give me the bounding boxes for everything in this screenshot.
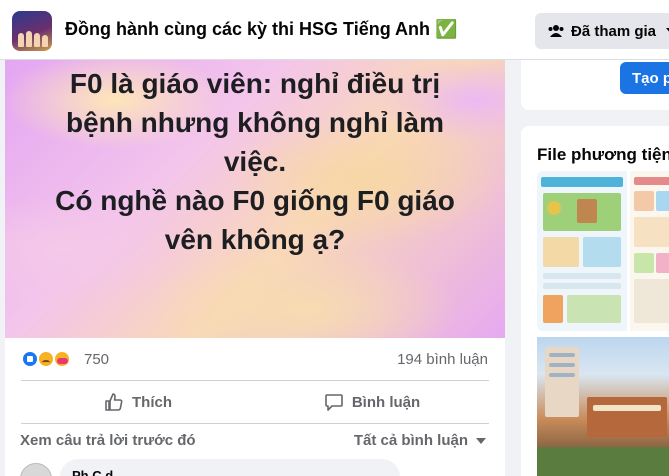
- commenter-avatar[interactable]: [20, 463, 52, 476]
- comment-sort-dropdown[interactable]: Tất cả bình luận: [354, 432, 486, 449]
- joined-button[interactable]: Đã tham gia: [535, 13, 669, 49]
- group-header-bar: Đồng hành cùng các kỳ thi HSG Tiếng Anh …: [0, 0, 669, 60]
- media-title[interactable]: File phương tiện: [537, 145, 669, 165]
- sad-reaction-icon[interactable]: [37, 350, 55, 368]
- comment-icon: [325, 394, 343, 411]
- people-icon: [547, 24, 565, 38]
- care-reaction-icon[interactable]: [53, 350, 71, 368]
- like-label: Thích: [132, 393, 172, 411]
- post-text-banner[interactable]: F0 là giáo viên: nghỉ điều trị bệnh nhưn…: [5, 60, 505, 338]
- post-card: F0 là giáo viên: nghỉ điều trị bệnh nhưn…: [5, 60, 505, 476]
- comment-count[interactable]: 194 bình luận: [397, 351, 488, 368]
- reactions-bar: 750 194 bình luận: [5, 338, 505, 378]
- comment-button[interactable]: Bình luận: [255, 381, 489, 423]
- post-actions: Thích Bình luận: [21, 380, 489, 424]
- create-button[interactable]: Tạo p: [620, 62, 669, 94]
- view-previous-replies[interactable]: Xem câu trả lời trước đó: [20, 432, 196, 449]
- thumbs-up-icon: [105, 393, 123, 411]
- caret-down-icon: [476, 437, 486, 444]
- group-title[interactable]: Đồng hành cùng các kỳ thi HSG Tiếng Anh …: [65, 19, 457, 40]
- media-thumbnail[interactable]: [537, 171, 627, 331]
- group-avatar[interactable]: [12, 11, 52, 51]
- create-card: Tạo p: [521, 60, 669, 110]
- media-thumbnail[interactable]: [537, 337, 669, 476]
- media-thumbnail[interactable]: [630, 171, 669, 331]
- reaction-count[interactable]: 750: [84, 351, 109, 368]
- post-banner-text: F0 là giáo viên: nghỉ điều trị bệnh nhưn…: [55, 68, 455, 255]
- comment-author[interactable]: Ph C d: [72, 468, 113, 476]
- comment-label: Bình luận: [351, 393, 421, 411]
- like-reaction-icon[interactable]: [21, 350, 39, 368]
- comment-bubble: Ph C d: [60, 459, 400, 476]
- like-button[interactable]: Thích: [21, 381, 255, 423]
- sort-label: Tất cả bình luận: [353, 432, 468, 449]
- joined-label: Đã tham gia: [571, 22, 657, 40]
- media-card: File phương tiện: [521, 126, 669, 476]
